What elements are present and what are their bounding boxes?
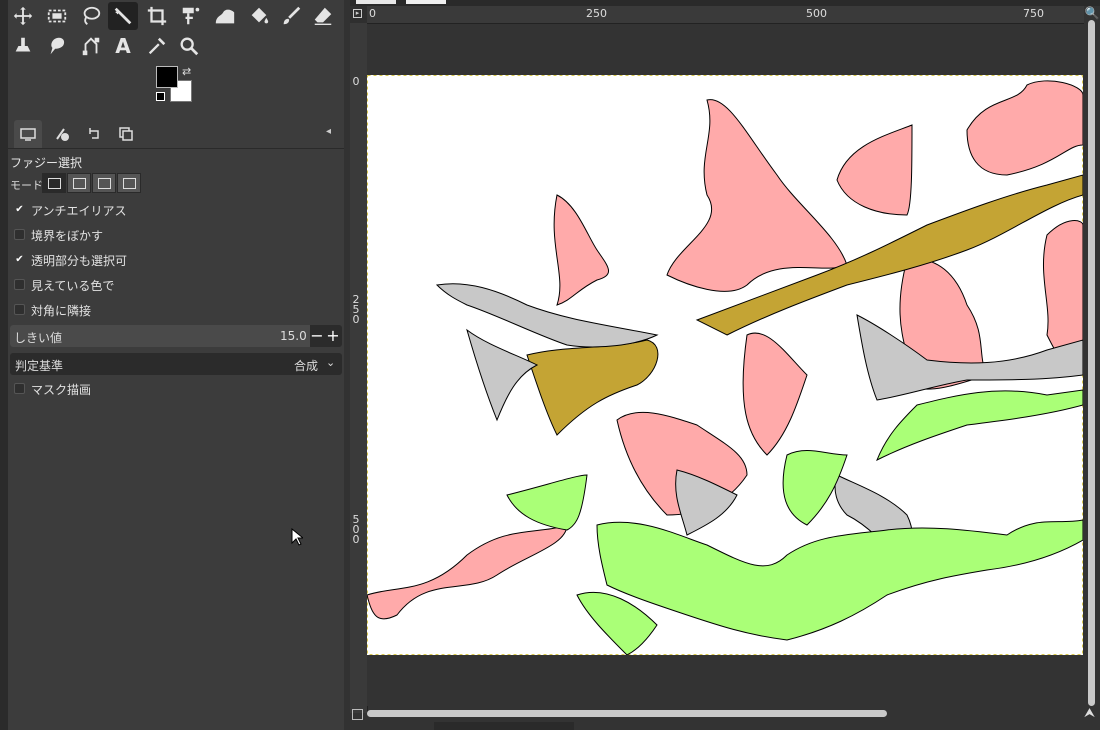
undo-history-icon: [89, 128, 99, 139]
image-canvas[interactable]: [366, 75, 1084, 656]
image-tab[interactable]: [356, 0, 396, 4]
quick-mask-toggle[interactable]: ▸: [350, 6, 367, 23]
diagonal-neighbors-label: 対角に隣接: [31, 304, 92, 318]
toolbox: A ⇄ ◂ ファジー選択 モード: ✔ アンチエイリアス 境界をぼかす ✔ 透明…: [8, 0, 347, 730]
chevron-down-icon: ⌄: [326, 356, 336, 369]
navigate-arrow-icon[interactable]: ⮝: [1084, 706, 1098, 721]
eyedropper-icon: [148, 37, 166, 55]
mouse-cursor-icon: [291, 528, 303, 546]
image-artwork: [366, 75, 1084, 656]
ruler-label: 0: [369, 7, 376, 20]
diagonal-neighbors-checkbox[interactable]: [14, 304, 25, 315]
tab-device-status[interactable]: [48, 120, 76, 148]
image-tab[interactable]: [406, 0, 446, 4]
mode-replace-button[interactable]: [42, 173, 66, 193]
ruler-label: 250: [586, 7, 607, 20]
threshold-value: 15.0: [280, 329, 307, 343]
free-select-tool-button[interactable]: [76, 2, 106, 30]
paths-tool-button[interactable]: [76, 32, 106, 60]
transform-tool-button[interactable]: [176, 2, 206, 30]
scrollbar-thumb[interactable]: [1088, 20, 1095, 706]
tool-options-title: ファジー選択: [10, 156, 83, 170]
draw-mask-label: マスク描画: [31, 383, 92, 397]
warp-tool-button[interactable]: [210, 2, 240, 30]
tab-tool-options[interactable]: [14, 120, 42, 148]
ruler-label: 750: [1023, 7, 1044, 20]
paths-icon: [82, 37, 100, 56]
crop-tool-button[interactable]: [142, 2, 172, 30]
ruler-label: 250: [352, 293, 360, 326]
move-tool-button[interactable]: [8, 2, 38, 30]
fuzzy-select-tool-button[interactable]: [108, 2, 138, 30]
mode-add-button[interactable]: [67, 173, 91, 193]
select-by-label: 判定基準: [15, 359, 64, 373]
scrollbar-thumb[interactable]: [367, 710, 887, 717]
antialias-label: アンチエイリアス: [31, 204, 127, 218]
device-status-icon: [56, 128, 69, 141]
vertical-scrollbar[interactable]: [1086, 20, 1096, 706]
text-icon: A: [115, 34, 131, 58]
swap-colors-icon[interactable]: ⇄: [182, 65, 191, 78]
feather-edges-checkbox[interactable]: [14, 229, 25, 240]
zoom-icon: [180, 37, 199, 56]
crop-icon: [147, 6, 167, 26]
quick-mask-icon: ▸: [353, 9, 362, 18]
feather-edges-label: 境界をぼかす: [31, 229, 104, 243]
divider: [8, 148, 344, 149]
images-icon: [119, 127, 133, 141]
text-tool-button[interactable]: A: [108, 32, 138, 60]
threshold-slider[interactable]: しきい値 15.0 − +: [10, 325, 342, 347]
mode-intersect-button[interactable]: [117, 173, 141, 193]
threshold-increase-icon[interactable]: +: [326, 325, 340, 347]
foreground-color-swatch[interactable]: [156, 66, 178, 88]
paintbrush-tool-button[interactable]: [276, 2, 306, 30]
magic-wand-icon: [114, 7, 132, 25]
select-transparent-label: 透明部分も選択可: [31, 254, 128, 268]
navigate-icon[interactable]: [352, 709, 363, 720]
ruler-label: 500: [352, 513, 360, 546]
ruler-label: 500: [806, 7, 827, 20]
clone-stamp-icon: [15, 37, 31, 52]
left-edge: [0, 0, 8, 730]
vertical-ruler[interactable]: 0 250 500: [350, 23, 368, 713]
antialias-checkbox[interactable]: ✔: [14, 204, 25, 215]
reset-colors-icon[interactable]: [156, 92, 165, 101]
move-icon: [13, 6, 33, 26]
threshold-decrease-icon[interactable]: −: [310, 325, 324, 347]
rect-select-icon: [47, 9, 67, 23]
zoom-tool-button[interactable]: [174, 32, 204, 60]
smudge-tool-button[interactable]: [42, 32, 72, 60]
rect-select-tool-button[interactable]: [42, 2, 72, 30]
warp-transform-icon: [215, 9, 235, 24]
horizontal-ruler[interactable]: 0 250 500 750: [367, 6, 1084, 24]
bucket-fill-icon: [251, 7, 269, 24]
threshold-label: しきい値: [14, 331, 63, 345]
horizontal-scrollbar[interactable]: [367, 710, 1067, 718]
draw-mask-checkbox[interactable]: [14, 383, 25, 394]
clone-tool-button[interactable]: [8, 32, 38, 60]
smudge-icon: [50, 37, 65, 55]
sample-merged-label: 見えている色で: [31, 279, 115, 293]
select-by-value: 合成: [294, 359, 319, 373]
select-transparent-checkbox[interactable]: ✔: [14, 254, 25, 265]
bucket-fill-tool-button[interactable]: [244, 2, 274, 30]
ruler-label: 0: [352, 75, 360, 88]
unified-transform-icon: [182, 7, 200, 25]
eraser-icon: [314, 7, 332, 25]
dock-menu-icon[interactable]: ◂: [326, 126, 340, 140]
eraser-tool-button[interactable]: [308, 2, 338, 30]
tab-undo-history[interactable]: [80, 120, 108, 148]
select-by-dropdown[interactable]: 判定基準 合成 ⌄: [10, 353, 342, 375]
color-picker-tool-button[interactable]: [142, 32, 172, 60]
mode-subtract-button[interactable]: [92, 173, 116, 193]
tab-images[interactable]: [112, 120, 140, 148]
tool-options-icon: [20, 128, 36, 141]
paintbrush-icon: [283, 6, 301, 25]
sample-merged-checkbox[interactable]: [14, 279, 25, 290]
color-swatches: ⇄: [156, 65, 196, 106]
status-bar-tabs: [434, 722, 574, 730]
lasso-icon: [83, 6, 101, 26]
